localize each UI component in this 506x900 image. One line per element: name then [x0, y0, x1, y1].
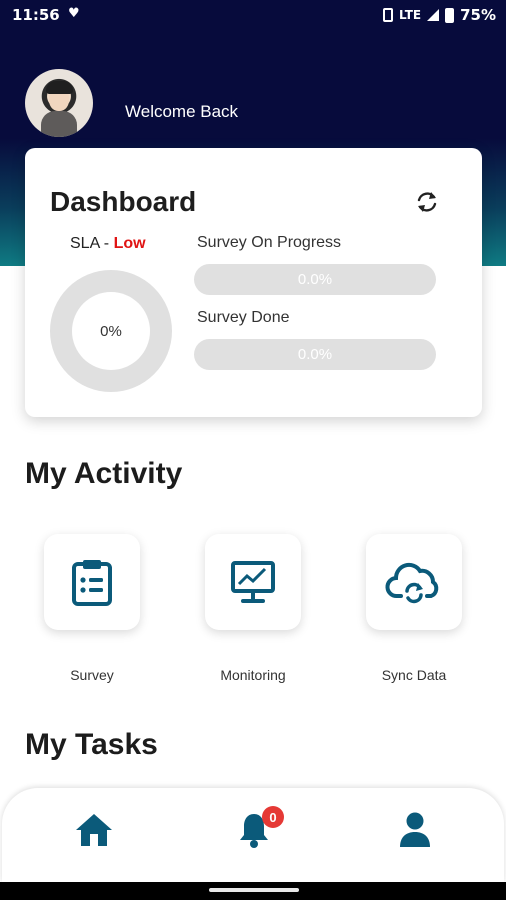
sla-level: Low	[113, 235, 146, 252]
nav-profile[interactable]	[393, 808, 437, 852]
sla-donut-chart: 0%	[50, 270, 172, 392]
monitoring-label: Monitoring	[220, 667, 286, 683]
home-gesture-handle[interactable]	[209, 888, 299, 892]
nav-home[interactable]	[72, 808, 116, 852]
status-time: 11:56	[12, 6, 60, 24]
heart-icon: ♥	[68, 6, 80, 21]
user-icon	[400, 812, 430, 847]
status-bar: 11:56 ♥ LTE 75%	[0, 0, 506, 30]
sla-percent: 0%	[72, 292, 150, 370]
home-icon	[76, 814, 112, 846]
monitoring-button[interactable]	[205, 534, 301, 630]
signal-icon	[427, 9, 440, 21]
survey-on-progress-bar: 0.0%	[194, 264, 436, 295]
network-type: LTE	[399, 8, 422, 22]
sla-status: SLA - Low	[70, 235, 146, 253]
refresh-button[interactable]	[413, 188, 441, 216]
survey-label: Survey	[70, 667, 114, 683]
clipboard-list-icon	[72, 560, 112, 606]
survey-done-label: Survey Done	[197, 309, 290, 326]
survey-done-bar: 0.0%	[194, 339, 436, 370]
welcome-text: Welcome Back	[125, 102, 239, 121]
sync-data-label: Sync Data	[381, 667, 447, 683]
notification-badge: 0	[262, 806, 284, 828]
survey-on-progress-label: Survey On Progress	[197, 234, 342, 251]
my-activity-title: My Activity	[25, 457, 183, 490]
avatar-hair	[46, 81, 73, 94]
refresh-icon	[417, 192, 437, 212]
vibrate-icon	[383, 8, 394, 22]
dashboard-title: Dashboard	[50, 186, 197, 217]
survey-button[interactable]	[44, 534, 140, 630]
cloud-sync-icon	[385, 562, 439, 604]
gesture-bar	[0, 882, 506, 900]
my-tasks-title: My Tasks	[25, 728, 158, 761]
avatar[interactable]	[25, 69, 93, 137]
monitor-chart-icon	[231, 561, 275, 603]
dashboard-card: Dashboard SLA - Low 0% Survey On Progres…	[25, 148, 482, 417]
battery-icon	[445, 7, 455, 23]
status-indicators: LTE 75%	[383, 6, 496, 24]
avatar-body	[41, 111, 77, 137]
sla-label: SLA -	[70, 235, 114, 252]
bottom-navigation	[2, 788, 504, 882]
battery-percent: 75%	[460, 6, 496, 24]
sync-data-button[interactable]	[366, 534, 462, 630]
